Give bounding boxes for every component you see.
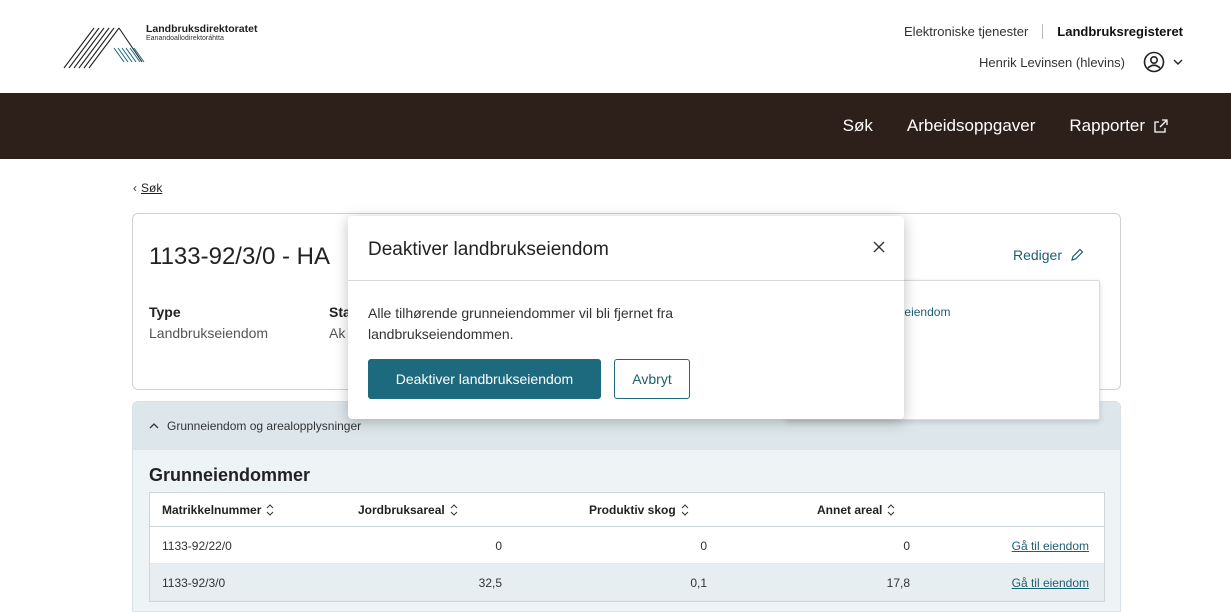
- pencil-icon: [1071, 248, 1084, 261]
- deactivate-modal: Deaktiver landbrukseiendom Alle tilhøren…: [348, 216, 904, 419]
- cell-jordbruk: 0: [495, 539, 502, 553]
- cancel-button[interactable]: Avbryt: [614, 359, 690, 399]
- column-label: Matrikkelnummer: [162, 503, 262, 517]
- go-to-property-link[interactable]: Gå til eiendom: [1012, 539, 1089, 553]
- logo-subtitle: Eanandoallodirektoráhtta: [146, 35, 224, 42]
- section-toggle-label: Grunneiendom og arealopplysninger: [167, 419, 362, 433]
- user-menu[interactable]: Henrik Levinsen (hlevins): [979, 51, 1183, 73]
- cell-annet: 0: [903, 539, 910, 553]
- cell-matrikkel: 1133-92/22/0: [162, 539, 232, 553]
- logo-title: Landbruksdirektoratet: [146, 23, 258, 35]
- top-links: Elektroniske tjenester Landbruksregister…: [904, 24, 1183, 39]
- column-header-jordbruksareal[interactable]: Jordbruksareal: [358, 503, 458, 517]
- table-header: Matrikkelnummer Jordbruksareal Produktiv…: [150, 493, 1104, 527]
- confirm-deactivate-button[interactable]: Deaktiver landbrukseiendom: [368, 359, 601, 399]
- column-header-matrikkel[interactable]: Matrikkelnummer: [162, 503, 274, 517]
- close-icon[interactable]: [870, 238, 888, 256]
- status-value: Ak: [329, 325, 346, 341]
- modal-header: Deaktiver landbrukseiendom: [348, 216, 904, 281]
- edit-button-label: Rediger: [1012, 247, 1062, 263]
- main-navbar: Søk Arbeidsoppgaver Rapporter: [0, 93, 1231, 159]
- column-label: Jordbruksareal: [358, 503, 445, 517]
- go-to-property-link[interactable]: Gå til eiendom: [1012, 576, 1089, 590]
- cell-jordbruk: 32,5: [478, 576, 502, 590]
- column-label: Annet areal: [817, 503, 883, 517]
- column-header-annet-areal[interactable]: Annet areal: [817, 503, 895, 517]
- landbruksdirektoratet-logo-icon[interactable]: [62, 22, 152, 80]
- properties-table: Matrikkelnummer Jordbruksareal Produktiv…: [149, 492, 1105, 602]
- chevron-left-icon: ‹: [133, 181, 137, 195]
- type-label: Type: [149, 304, 181, 320]
- modal-title: Deaktiver landbrukseiendom: [368, 239, 609, 260]
- chevron-up-icon: [149, 423, 159, 429]
- electronic-services-link[interactable]: Elektroniske tjenester: [904, 24, 1028, 39]
- type-value: Landbrukseiendom: [149, 325, 269, 341]
- breadcrumb: ‹ Søk: [133, 181, 162, 195]
- cell-annet: 17,8: [886, 576, 910, 590]
- landbruksregisteret-link[interactable]: Landbruksregisteret: [1057, 24, 1183, 39]
- nav-reports[interactable]: Rapporter: [1069, 116, 1169, 136]
- cell-skog: 0,1: [690, 576, 707, 590]
- sort-icon: [267, 504, 274, 516]
- nav-search[interactable]: Søk: [843, 116, 873, 136]
- user-name: Henrik Levinsen (hlevins): [979, 54, 1125, 70]
- section-title: Grunneiendommer: [149, 465, 311, 485]
- table-row: 1133-92/22/0 0 0 0 Gå til eiendom: [150, 527, 1104, 564]
- column-label: Produktiv skog: [589, 503, 676, 517]
- user-avatar-icon: [1143, 51, 1165, 73]
- nav-reports-label: Rapporter: [1069, 116, 1145, 135]
- column-header-produktiv-skog[interactable]: Produktiv skog: [589, 503, 689, 517]
- section-toggle[interactable]: Grunneiendom og arealopplysninger: [149, 419, 361, 433]
- modal-body-text: Alle tilhørende grunneiendommer vil bli …: [368, 305, 674, 342]
- divider: [1042, 24, 1044, 39]
- cell-skog: 0: [700, 539, 707, 553]
- chevron-down-icon: [1173, 59, 1183, 65]
- edit-button[interactable]: Rediger: [1013, 247, 1084, 263]
- breadcrumb-back-link[interactable]: Søk: [141, 181, 162, 195]
- nav-tasks[interactable]: Arbeidsoppgaver: [907, 116, 1036, 136]
- property-area-section: Grunneiendom og arealopplysninger Grunne…: [132, 401, 1121, 612]
- external-link-icon: [1154, 119, 1168, 133]
- sort-icon: [888, 504, 895, 516]
- page-title: 1133-92/3/0 - HA: [149, 243, 330, 270]
- cell-matrikkel: 1133-92/3/0: [162, 576, 226, 590]
- sort-icon: [681, 504, 689, 516]
- table-row: 1133-92/3/0 32,5 0,1 17,8 Gå til eiendom: [150, 564, 1104, 601]
- sort-icon: [450, 504, 458, 516]
- top-header: Landbruksdirektoratet Eanandoallodirekto…: [0, 0, 1231, 93]
